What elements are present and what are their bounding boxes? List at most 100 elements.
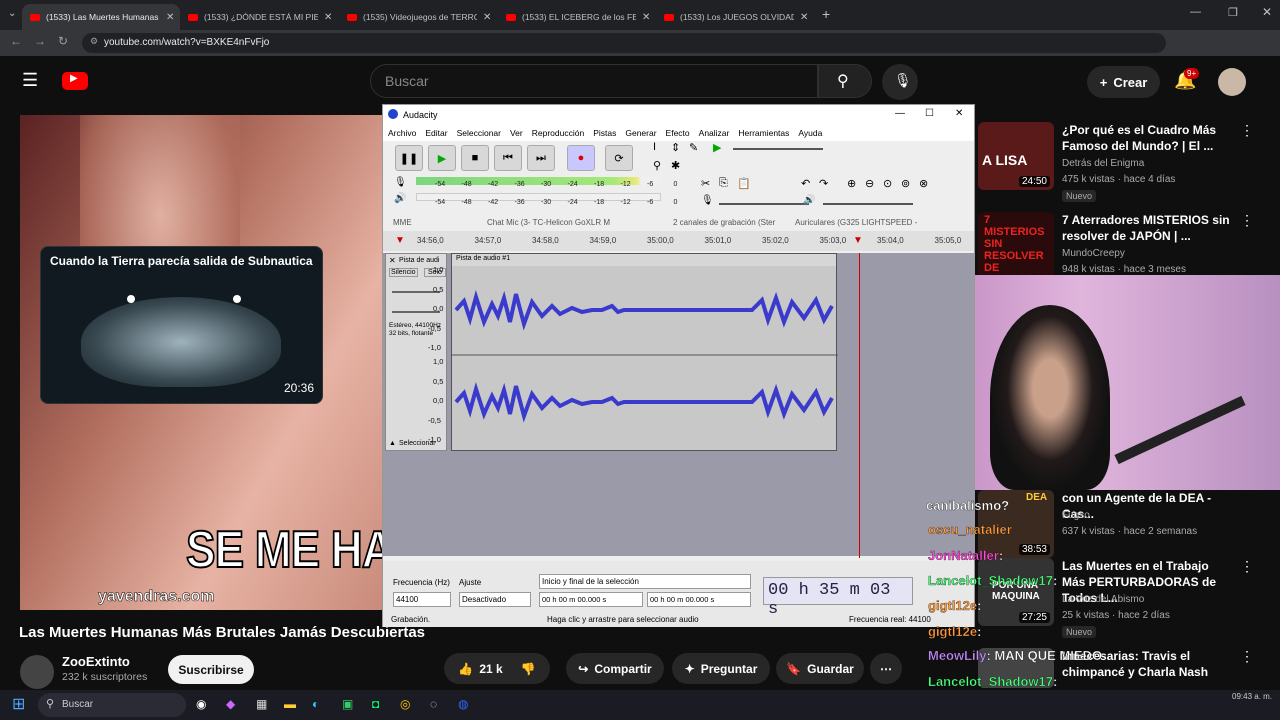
windows-start-icon[interactable]: ⊞ (12, 694, 25, 714)
skip-end-button[interactable]: ⏭ (527, 145, 555, 171)
track-close-icon[interactable]: ✕ (389, 256, 396, 265)
copy-icon[interactable]: ⎘ (719, 177, 728, 190)
share-button[interactable]: ↪ Compartir (566, 653, 664, 684)
tab-close-icon[interactable]: ✕ (324, 12, 338, 23)
more-icon[interactable]: ⋮ (1240, 122, 1254, 139)
menu-item[interactable]: Ayuda (798, 128, 822, 138)
loop-button[interactable]: ⟳ (605, 145, 633, 171)
taskbar-app-icon[interactable]: ▣ (342, 697, 353, 711)
edge-icon[interactable]: ◐ (312, 697, 319, 711)
minimize-icon[interactable]: — (895, 108, 905, 119)
draw-tool-icon[interactable]: ✎ (689, 141, 698, 154)
menu-item[interactable]: Editar (425, 128, 447, 138)
multi-tool-icon[interactable]: ✱ (671, 159, 680, 172)
tab-close-icon[interactable]: ✕ (642, 12, 656, 23)
browser-tab[interactable]: (1533) ¿DÓNDE ESTÁ MI PIEL? ✕ (180, 4, 338, 30)
close-icon[interactable]: ✕ (955, 108, 963, 119)
channel-avatar[interactable] (20, 655, 54, 689)
fit-project-icon[interactable]: ⊚ (901, 177, 910, 190)
snap-select[interactable]: Desactivado (459, 592, 531, 607)
menu-item[interactable]: Reproducción (532, 128, 584, 138)
envelope-tool-icon[interactable]: ⇕ (671, 141, 680, 154)
time-display[interactable]: 00 h 35 m 03 s (763, 577, 913, 619)
taskbar-search[interactable]: Buscar (38, 693, 186, 717)
channel-name[interactable]: ZooExtinto (62, 654, 130, 669)
close-window-icon[interactable]: ✕ (1262, 5, 1272, 19)
speed-slider[interactable] (733, 148, 823, 150)
recommended-title[interactable]: ¿Por qué es el Cuadro Más Famoso del Mun… (1062, 122, 1234, 154)
menu-item[interactable]: Herramientas (738, 128, 789, 138)
zoom-tool-icon[interactable]: ⚲ (653, 159, 661, 172)
play-at-speed-icon[interactable]: ▶ (713, 141, 721, 154)
more-icon[interactable]: ⋮ (1240, 648, 1254, 665)
account-avatar[interactable] (1218, 68, 1246, 96)
input-volume-slider[interactable] (719, 203, 809, 205)
maximize-icon[interactable]: ❐ (1228, 6, 1238, 19)
taskbar-app-icon[interactable]: ◉ (196, 697, 206, 711)
timeline-ruler[interactable]: ▼ ▼ 34:56,0 34:57,0 34:58,0 34:59,0 35:00,0 3… (383, 231, 974, 251)
site-info-icon[interactable]: ⚙ (90, 36, 98, 47)
minimize-icon[interactable]: — (1190, 6, 1201, 18)
more-actions-button[interactable]: ⋯ (870, 653, 902, 684)
address-bar[interactable]: youtube.com/watch?v=BXKE4nFvFjo (82, 33, 1166, 53)
menu-item[interactable]: Seleccionar (457, 128, 501, 138)
recommended-thumbnail[interactable]: 7 MISTERIOS SIN RESOLVER DE (978, 212, 1054, 280)
subscribe-button[interactable]: Suscribirse (168, 655, 254, 684)
ask-button[interactable]: ✦ Preguntar (672, 653, 770, 684)
output-volume-slider[interactable] (823, 203, 913, 205)
search-button[interactable]: ⚲ (818, 64, 872, 98)
like-icon[interactable]: 👍 (458, 662, 473, 676)
taskbar-app-icon[interactable]: ◌ (430, 697, 437, 711)
selection-mode-select[interactable]: Inicio y final de la selección (539, 574, 751, 589)
new-tab-button[interactable]: + (822, 6, 830, 22)
play-button[interactable]: ▶ (428, 145, 456, 171)
folder-icon[interactable]: ▬ (284, 697, 296, 711)
menu-item[interactable]: Ver (510, 128, 523, 138)
cut-icon[interactable]: ✂ (701, 177, 710, 190)
recommended-thumbnail[interactable]: A LISA 24:50 (978, 122, 1054, 190)
taskbar-clock[interactable]: 09:43 a. m. (1232, 692, 1272, 701)
menu-icon[interactable]: ☰ (22, 70, 38, 91)
undo-icon[interactable]: ↶ (801, 177, 810, 190)
recommended-channel[interactable]: Detrás del Enigma (1062, 158, 1144, 169)
track-name[interactable]: Pista de audi (399, 257, 439, 264)
recommended-thumbnail[interactable]: POR UNA MAQUINA 27:25 (978, 558, 1054, 626)
back-icon[interactable]: ← (10, 34, 22, 48)
redo-icon[interactable]: ↷ (819, 177, 828, 190)
menu-item[interactable]: Analizar (699, 128, 730, 138)
selection-end-field[interactable]: 00 h 00 m 00.000 s (647, 592, 751, 607)
voice-search-button[interactable]: 🎙 (882, 64, 918, 100)
rate-select[interactable]: 44100 (393, 592, 451, 607)
skip-start-button[interactable]: ⏮ (494, 145, 522, 171)
zoom-toggle-icon[interactable]: ⊗ (919, 177, 928, 190)
like-count[interactable]: 21 k (479, 662, 502, 676)
more-icon[interactable]: ⋮ (1240, 558, 1254, 575)
dislike-icon[interactable]: 👎 (521, 662, 536, 676)
taskbar-app-icon[interactable]: ▦ (256, 697, 267, 711)
recommended-item[interactable]: POR UNA MAQUINA 27:25 Las Muertes en el T… (978, 558, 1278, 638)
recommended-channel[interactable]: Fugso (1062, 510, 1090, 521)
browser-tab[interactable]: (1535) Videojuegos de TERROR ✕ (339, 4, 497, 30)
track-area[interactable]: ✕ Pista de audi Silencio Solo Estéreo, 4… (383, 253, 974, 558)
paste-icon[interactable]: 📋 (737, 177, 751, 190)
recommended-item[interactable]: A LISA 24:50 ¿Por qué es el Cuadro Más Fa… (978, 122, 1278, 202)
browser-tab[interactable]: (1533) EL ICEBERG de los FENÓ ✕ (498, 4, 656, 30)
save-button[interactable]: 🔖 Guardar (776, 653, 864, 684)
forward-icon[interactable]: → (34, 34, 46, 48)
recommended-channel[interactable]: MundoCreepy (1062, 248, 1125, 259)
search-input[interactable]: Buscar (370, 64, 818, 98)
host-select[interactable]: MME (393, 218, 473, 227)
taskbar-app-icon[interactable]: ◆ (226, 697, 235, 711)
recommended-channel[interactable]: La Voz del Abismo (1062, 594, 1144, 605)
tab-list-icon[interactable]: ⌄ (8, 8, 16, 19)
selection-start-field[interactable]: 00 h 00 m 00.000 s (539, 592, 643, 607)
pause-button[interactable]: ❚❚ (395, 145, 423, 171)
reload-icon[interactable]: ↻ (58, 34, 68, 48)
mute-button[interactable]: Silencio (389, 268, 418, 277)
recommended-title[interactable]: 7 Aterradores MISTERIOS sin resolver de … (1062, 212, 1234, 244)
tab-close-icon[interactable]: ✕ (800, 12, 814, 23)
record-button[interactable]: ● (567, 145, 595, 171)
chrome-icon[interactable]: ◎ (400, 697, 410, 711)
input-device-select[interactable]: Chat Mic (3- TC-Helicon GoXLR M (487, 218, 659, 227)
recommended-item[interactable]: DEA 38:53 con un Agente de la DEA - Cas..… (978, 490, 1278, 566)
